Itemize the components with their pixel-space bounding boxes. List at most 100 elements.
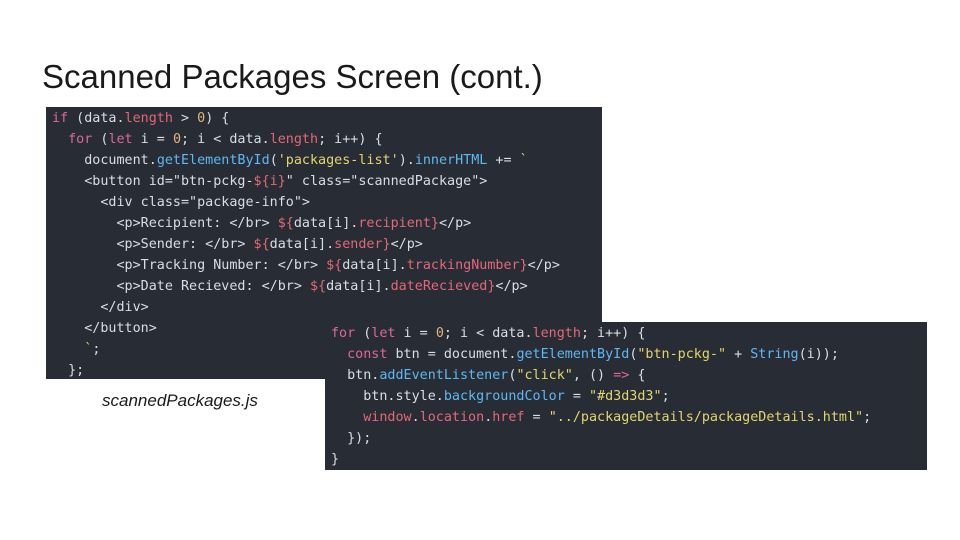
code-token: recipient (358, 216, 431, 231)
code-token: for (68, 132, 93, 147)
code-line: for (let i = 0; i < data.length; i++) { (52, 129, 602, 150)
code-token: } (382, 237, 391, 252)
code-token: </div> (52, 300, 149, 315)
code-token: ( (269, 153, 278, 168)
code-token: 'packages-list' (277, 153, 399, 168)
code-token: length (269, 132, 319, 147)
code-token: if (52, 111, 69, 126)
code-token: ` (52, 342, 93, 357)
code-snippet-click-listeners: for (let i = 0; i < data.length; i++) { … (325, 322, 927, 470)
code-token: => (613, 368, 630, 383)
code-token: const (347, 347, 388, 362)
code-token: data[i]. (293, 216, 359, 231)
code-line: <p>Tracking Number: </br> ${data[i].trac… (52, 255, 602, 276)
code-token: let (371, 326, 396, 341)
code-token: ${ (253, 237, 270, 252)
code-token: getElementById (156, 153, 270, 168)
code-token: backgroundColor (443, 389, 565, 404)
code-token: length (532, 326, 581, 341)
code-line: <p>Recipient: </br> ${data[i].recipient}… (52, 213, 602, 234)
code-token: { (629, 368, 646, 383)
code-token: "#d3d3d3" (589, 389, 662, 404)
code-token: }; (52, 363, 85, 378)
code-token: </button> (52, 321, 157, 336)
code-line: for (let i = 0; i < data.length; i++) { (331, 323, 927, 344)
code-token: <p>Sender: </br> (52, 237, 254, 252)
code-token: 0 (197, 111, 206, 126)
code-token: i = (132, 132, 173, 147)
code-token: ). (398, 153, 415, 168)
code-token: ${ (309, 279, 327, 294)
code-token: dateRecieved (390, 279, 488, 294)
code-token: 0 (435, 326, 444, 341)
code-line: if (data.length > 0) { (52, 108, 602, 129)
code-line: const btn = document.getElementById("btn… (331, 344, 927, 365)
code-token: ${ (326, 258, 343, 273)
code-token: ; i < data. (443, 326, 533, 341)
code-token: <p>Tracking Number: </br> (52, 258, 327, 273)
code-token: ( (355, 326, 372, 341)
code-token: ; i++) { (580, 326, 646, 341)
code-line: btn.style.backgroundColor = "#d3d3d3"; (331, 386, 927, 407)
code-line: document.getElementById('packages-list')… (52, 150, 602, 171)
code-token: <button id="btn-pckg- (52, 174, 254, 189)
code-token: </p> (495, 279, 528, 294)
code-token: btn = document. (387, 347, 517, 362)
code-token: getElementById (516, 347, 630, 362)
code-token: data[i]. (269, 237, 335, 252)
code-token: location (419, 410, 485, 425)
code-token: btn. (331, 368, 380, 383)
code-token: }); (331, 431, 372, 446)
code-token: let (108, 132, 133, 147)
code-token: = (524, 410, 549, 425)
code-token: ; (661, 389, 670, 404)
code-line: <p>Date Recieved: </br> ${data[i].dateRe… (52, 276, 602, 297)
code-line: btn.addEventListener("click", () => { (331, 365, 927, 386)
code-token: , () (572, 368, 614, 383)
code-token: "btn-pckg-" (637, 347, 727, 362)
code-token: ${i} (253, 174, 286, 189)
code-token: ` (519, 153, 528, 168)
code-token: "click" (516, 368, 573, 383)
code-token: btn.style. (331, 389, 444, 404)
code-token: ; (92, 342, 101, 357)
file-caption: scannedPackages.js (102, 391, 258, 410)
code-token: } (430, 216, 439, 231)
code-line: }); (331, 428, 927, 449)
code-token: (i)); (798, 347, 839, 362)
code-line: <div class="package-info"> (52, 192, 602, 213)
code-token: (data. (68, 111, 125, 126)
code-token: href (492, 410, 525, 425)
code-token: </p> (527, 258, 560, 273)
code-token: for (331, 326, 356, 341)
code-line: <p>Sender: </br> ${data[i].sender}</p> (52, 234, 602, 255)
code-token: += (487, 153, 520, 168)
code-token: " class="scannedPackage"> (285, 174, 488, 189)
code-token: ; i < data. (181, 132, 270, 147)
code-token: data[i]. (342, 258, 407, 273)
code-line: } (331, 449, 927, 470)
code-token: sender (334, 237, 383, 252)
code-token: document. (52, 153, 157, 168)
code-token: <div class="package-info"> (52, 195, 310, 210)
code-token: ; i++) { (318, 132, 383, 147)
code-token: trackingNumber (406, 258, 520, 273)
code-token: innerHTML (414, 153, 488, 168)
code-line: window.location.href = "../packageDetail… (331, 407, 927, 428)
code-token: length (124, 111, 173, 126)
code-token: <p>Recipient: </br> (52, 216, 278, 231)
code-token: data[i]. (326, 279, 391, 294)
code-token: <p>Date Recieved: </br> (52, 279, 310, 294)
code-token: ${ (277, 216, 294, 231)
code-token: } (331, 452, 340, 467)
code-token: </p> (390, 237, 423, 252)
code-token: > (172, 111, 198, 126)
code-token: addEventListener (379, 368, 509, 383)
slide-title: Scanned Packages Screen (cont.) (42, 58, 543, 95)
code-token: "../packageDetails/packageDetails.html" (548, 410, 864, 425)
code-token: ) { (205, 111, 230, 126)
code-token: + (726, 347, 751, 362)
code-token: } (519, 258, 528, 273)
